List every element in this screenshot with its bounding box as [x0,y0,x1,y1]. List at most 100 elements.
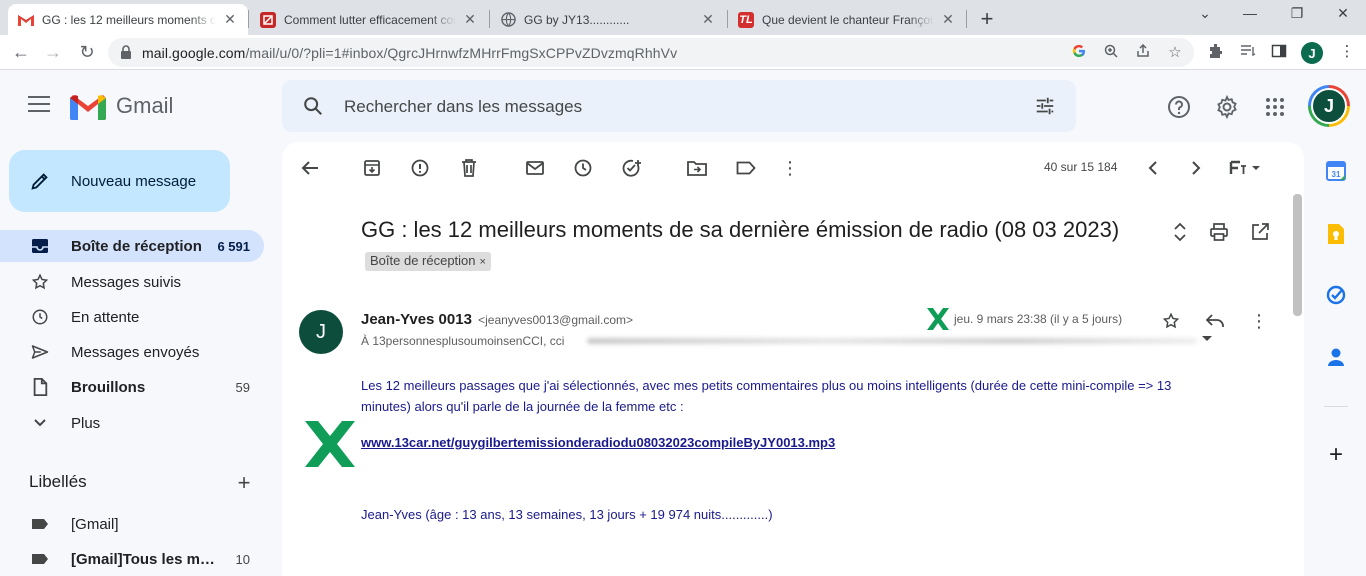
open-new-window-icon[interactable] [1250,222,1270,242]
sidebar-item-inbox[interactable]: Boîte de réception 6 591 [0,230,264,262]
window-close-icon[interactable]: ✕ [1333,5,1353,22]
search-icon[interactable] [302,95,324,117]
print-icon[interactable] [1209,222,1229,242]
sidebar-item-more[interactable]: Plus [0,407,264,439]
forward-icon[interactable]: → [42,41,64,63]
tab-search-chevron-icon[interactable]: ⌄ [1195,5,1215,22]
close-icon[interactable]: ✕ [940,11,956,28]
sidebar-item-drafts[interactable]: Brouillons 59 [0,371,264,403]
message-date: jeu. 9 mars 23:38 (il y a 5 jours) [954,312,1123,326]
browser-toolbar: ← → ↻ mail.google.com/mail/u/0/?pli=1#in… [0,35,1366,70]
show-details-caret-icon[interactable] [1202,336,1212,341]
gmail-logo-text[interactable]: Gmail [116,93,173,119]
message-signature: Jean-Yves (âge : 13 ans, 13 semaines, 13… [361,507,773,522]
snooze-clock-icon[interactable] [573,158,593,178]
mark-unread-icon[interactable] [525,158,545,178]
expand-all-icon[interactable] [1170,222,1190,242]
recipients-line: À 13personnesplusoumoinsenCCI, cci [361,334,565,348]
older-chevron-icon[interactable] [1186,158,1206,178]
reload-icon[interactable]: ↻ [76,41,98,63]
newer-chevron-icon[interactable] [1143,158,1163,178]
site-red-icon [260,11,276,28]
google-icon[interactable] [1070,44,1088,62]
close-icon[interactable]: ✕ [700,11,716,28]
sender-info: Jean-Yves 0013 <jeanyves0013@gmail.com> [361,311,633,328]
message-more-icon[interactable]: ⋮ [1249,311,1269,331]
apps-grid-icon[interactable] [1263,95,1287,119]
tab-gg-by-jy13[interactable]: GG by JY13............ ✕ [490,4,726,35]
sidebar-label-gmail[interactable]: [Gmail] [0,508,264,540]
browser-profile-avatar[interactable]: J [1301,42,1323,64]
scrollbar-thumb[interactable] [1293,194,1302,316]
delete-icon[interactable] [459,158,479,178]
input-tools-icon[interactable] [1228,158,1262,178]
bookmark-star-icon[interactable]: ☆ [1166,44,1184,62]
calendar-icon[interactable]: 31 [1325,160,1347,182]
reading-list-icon[interactable] [1239,43,1257,61]
url-text[interactable]: mail.google.com/mail/u/0/?pli=1#inbox/Qg… [142,45,677,61]
message-view: ⋮ 40 sur 15 184 GG : les 12 meilleurs mo… [282,142,1304,576]
more-vert-icon[interactable]: ⋮ [1338,43,1356,61]
label-as-icon[interactable] [736,158,756,178]
help-icon[interactable] [1167,95,1191,119]
gmail-icon [18,12,34,28]
add-task-icon[interactable] [622,158,642,178]
tasks-icon[interactable] [1325,284,1347,306]
settings-gear-icon[interactable] [1215,95,1239,119]
lock-icon[interactable] [120,45,132,59]
mp3-link[interactable]: www.13car.net/guygilbertemissionderadiod… [361,435,835,450]
more-options-icon[interactable]: ⋮ [780,158,800,178]
search-options-icon[interactable] [1034,95,1056,117]
gmail-logo-icon[interactable] [70,94,106,120]
new-tab-icon[interactable]: + [976,6,998,32]
get-addons-plus-icon[interactable]: + [1325,441,1347,468]
reply-icon[interactable] [1205,311,1225,331]
account-avatar[interactable]: J [1308,85,1350,127]
sidebar-item-sent[interactable]: Messages envoyés [0,336,264,368]
pencil-icon [31,173,48,190]
chevron-down-icon [30,413,50,433]
main-menu-icon[interactable] [28,96,50,117]
sidebar-item-starred[interactable]: Messages suivis [0,266,264,298]
redacted-recipients [587,338,1197,344]
extensions-icon[interactable] [1207,43,1225,61]
clock-icon [30,307,50,327]
contacts-icon[interactable] [1325,346,1347,368]
tab-que-devient[interactable]: TL Que devient le chanteur François ✕ [728,4,966,35]
message-body-line2: minutes) alors qu'il parle de la journée… [361,399,684,414]
zoom-icon[interactable] [1102,44,1120,62]
report-spam-icon[interactable] [410,158,430,178]
message-subject: GG : les 12 meilleurs moments de sa dern… [361,214,1151,276]
star-message-icon[interactable] [1161,311,1181,331]
move-to-icon[interactable] [687,158,707,178]
minimize-icon[interactable]: — [1240,5,1260,21]
close-icon[interactable]: ✕ [222,11,238,28]
sidebar-item-snoozed[interactable]: En attente [0,301,264,333]
remove-label-icon[interactable]: × [480,256,486,268]
keep-icon[interactable] [1325,223,1347,245]
back-icon[interactable]: ← [10,41,32,63]
send-icon [30,342,50,362]
add-label-icon[interactable]: + [234,470,254,496]
back-to-inbox-icon[interactable] [300,158,320,178]
green-x-mark-large [305,421,355,467]
side-panel-icon[interactable] [1270,43,1288,61]
restore-icon[interactable]: ❐ [1287,5,1307,22]
sidebar-label-gmail-all[interactable]: [Gmail]Tous les messages 10 [0,543,264,575]
compose-button[interactable]: Nouveau message [9,150,230,212]
tab-comment-lutter[interactable]: Comment lutter efficacement contre ✕ [250,4,488,35]
share-icon[interactable] [1134,43,1152,62]
svg-text:31: 31 [1332,170,1341,179]
tab-gmail[interactable]: GG : les 12 meilleurs moments de sa dern… [8,4,248,35]
labels-heading: Libellés [29,472,87,491]
label-icon [30,514,50,534]
sender-avatar[interactable]: J [299,310,343,354]
close-icon[interactable]: ✕ [462,11,478,28]
search-bar[interactable]: Rechercher dans les messages [282,80,1076,132]
sender-name[interactable]: Jean-Yves 0013 [361,311,472,328]
star-icon [30,272,50,292]
search-input[interactable]: Rechercher dans les messages [344,97,582,117]
archive-icon[interactable] [362,158,382,178]
inbox-label-chip[interactable]: Boîte de réception × [365,252,491,271]
address-bar[interactable]: mail.google.com/mail/u/0/?pli=1#inbox/Qg… [108,38,1194,67]
